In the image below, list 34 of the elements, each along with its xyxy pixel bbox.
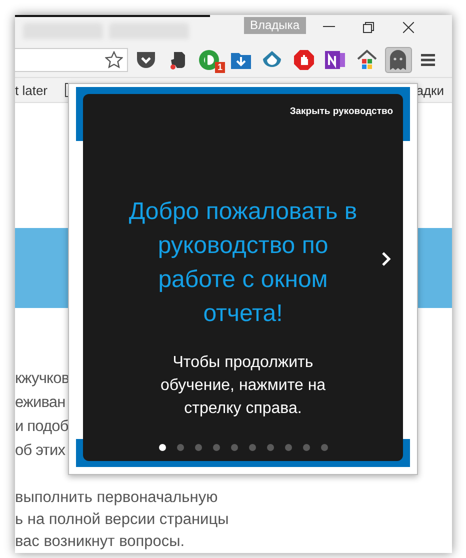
article-text: выполнить первоначальную — [15, 488, 218, 508]
article-text: об этих — [15, 441, 66, 461]
article-text: вас возникнут вопросы. — [15, 532, 185, 552]
extension-button[interactable] — [384, 46, 412, 72]
article-text: и подоб — [15, 417, 68, 437]
count-badge: 1 — [215, 62, 224, 72]
menu-icon[interactable] — [420, 54, 434, 66]
welcome-heading: Добро пожаловать в руководство по работе с окном отчета! — [128, 197, 358, 329]
page-dot[interactable] — [248, 444, 256, 451]
article-text: ь на полной версии страницы — [15, 510, 229, 530]
page-dot[interactable] — [284, 444, 292, 451]
article-text: еживан — [15, 393, 66, 413]
page-dot[interactable] — [194, 444, 202, 451]
home-icon — [356, 48, 378, 70]
page-dot[interactable] — [320, 444, 328, 451]
instruction-text: Чтобы продолжить обучение, нажмите на стрелку справа. — [159, 353, 327, 419]
stop-hand-icon — [292, 48, 314, 70]
chevron-shield-icon — [135, 50, 157, 70]
page-dot[interactable] — [266, 444, 274, 451]
article-text: кжучков — [15, 369, 70, 389]
notebook-icon — [324, 48, 346, 70]
bookmark-item[interactable]: адки — [416, 82, 444, 98]
page-dot[interactable] — [230, 444, 238, 451]
page-dot[interactable] — [176, 444, 184, 451]
ring-icon — [198, 48, 220, 70]
star-icon[interactable] — [105, 50, 123, 68]
close-guide-link[interactable]: Закрыть руководство — [290, 106, 393, 117]
extension-button[interactable]: 1 — [196, 46, 222, 72]
bookmark-item[interactable]: t later — [15, 82, 48, 98]
ghost-icon — [388, 48, 408, 70]
page-dot[interactable] — [212, 444, 220, 451]
address-field[interactable] — [15, 48, 128, 72]
page-dot[interactable] — [158, 444, 166, 451]
page-dot[interactable] — [302, 444, 310, 451]
